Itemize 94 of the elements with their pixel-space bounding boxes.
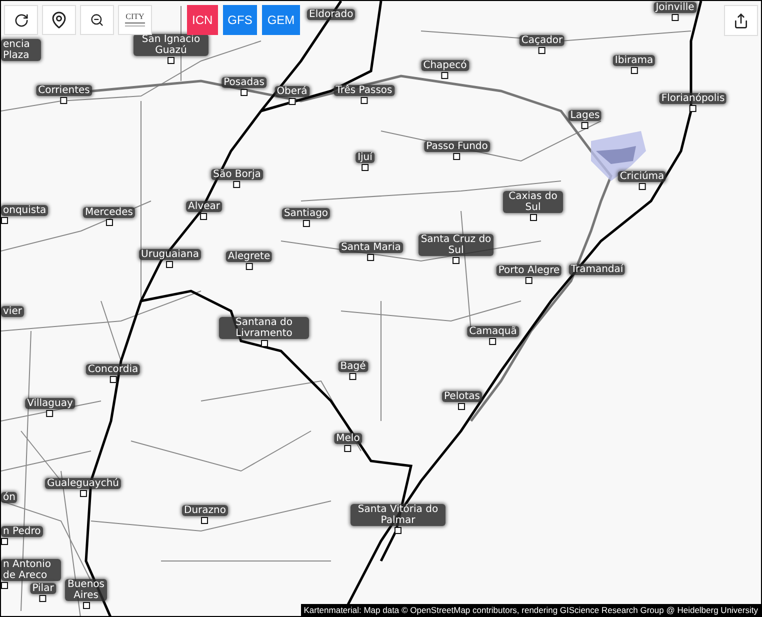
location-button[interactable] xyxy=(42,5,76,35)
city-label: Passo Fundo xyxy=(424,141,490,152)
city-marker-icon xyxy=(362,164,368,171)
city-label: Lages xyxy=(568,110,602,121)
city-label: Tramandaí xyxy=(568,264,626,275)
city-label: Santiago xyxy=(282,208,330,219)
city-marker-icon xyxy=(106,219,112,226)
city-label: Florianópolis xyxy=(659,93,727,104)
city-label: San Ignacio Guazú xyxy=(134,34,208,56)
city-marker-icon xyxy=(200,213,208,220)
map-pin-icon xyxy=(50,11,68,29)
city-label: n Pedro xyxy=(1,526,43,537)
city-label: Buenos Aires xyxy=(65,579,107,601)
city-marker-icon xyxy=(368,254,374,261)
city-label: Criciúma xyxy=(618,171,666,182)
city-marker-icon xyxy=(288,98,296,105)
zoom-out-icon xyxy=(90,13,104,27)
city-marker-icon xyxy=(60,97,68,104)
city-marker-icon xyxy=(526,277,532,284)
city-label: Joinville xyxy=(654,2,696,13)
map-attribution: Kartenmaterial: Map data © OpenStreetMap contributors, rendering GIScience Research Group @ Heidelberg University xyxy=(300,604,761,616)
city-label: Concordia xyxy=(86,364,140,375)
city-marker-icon xyxy=(454,153,460,160)
city-label: Alegrete xyxy=(226,251,272,262)
city-marker-icon xyxy=(82,602,90,609)
city-label: Santa Cruz do Sul xyxy=(418,234,494,256)
city-marker-icon xyxy=(630,67,638,74)
city-marker-icon xyxy=(46,410,54,417)
model-button[interactable]: ICN xyxy=(187,5,218,35)
city-label: Melo xyxy=(334,433,362,444)
city-label: Pilar xyxy=(30,583,56,594)
city-label: ón xyxy=(1,492,18,503)
city-marker-icon xyxy=(344,445,352,452)
city-marker-icon xyxy=(302,220,310,227)
city-label: Três Passos xyxy=(334,85,394,96)
city-label: Caçador xyxy=(519,35,565,46)
city-marker-icon xyxy=(80,490,86,497)
city-marker-icon xyxy=(234,181,240,188)
city-label: vier xyxy=(1,306,24,317)
city-marker-icon xyxy=(638,183,646,190)
city-marker-icon xyxy=(360,97,368,104)
city-label: Durazno xyxy=(182,505,228,516)
city-label: Santa Vitória do Palmar xyxy=(350,504,446,526)
city-label: Caxias do Sul xyxy=(503,191,563,213)
city-button[interactable]: CITY xyxy=(118,5,152,35)
city-label: Eldorado xyxy=(307,9,356,20)
reload-button[interactable] xyxy=(4,5,38,35)
city-label: Camaquã xyxy=(467,326,519,337)
city-label: n Antonio de Areco xyxy=(1,559,61,581)
city-label: Villaguay xyxy=(25,398,75,409)
city-marker-icon xyxy=(394,527,402,534)
reload-icon xyxy=(14,12,28,28)
city-marker-icon xyxy=(452,257,460,264)
city-marker-icon xyxy=(260,340,268,347)
city-label: Uruguaiana xyxy=(139,249,201,260)
city-marker-icon xyxy=(530,214,536,221)
city-label: Ijuí xyxy=(356,152,374,163)
zoom-out-button[interactable] xyxy=(80,5,114,35)
city-label: Ibirama xyxy=(612,55,656,66)
city-label: Santa Maria xyxy=(339,242,403,253)
city-label: Bagé xyxy=(338,361,368,372)
city-marker-icon xyxy=(240,89,248,96)
model-button[interactable]: GFS xyxy=(222,5,258,35)
lines-icon xyxy=(125,21,145,27)
city-label: Pelotas xyxy=(442,391,482,402)
city-label: Corrientes xyxy=(36,85,92,96)
city-label: Mercedes xyxy=(82,207,136,218)
city-marker-icon xyxy=(690,105,696,112)
share-icon xyxy=(733,12,749,28)
model-button[interactable]: GEM xyxy=(262,5,300,35)
city-label: Alvear xyxy=(186,201,222,212)
city-marker-icon xyxy=(672,14,678,21)
city-marker-icon xyxy=(490,338,496,345)
city-marker-icon xyxy=(166,261,174,268)
city-label: encia Plaza xyxy=(1,39,41,61)
city-marker-icon xyxy=(582,122,588,129)
city-label: onquista xyxy=(1,205,48,216)
city-label: Oberá xyxy=(274,86,310,97)
city-marker-icon xyxy=(40,595,46,602)
city-label: Chapecó xyxy=(421,60,469,71)
city-label: Gualeguaychú xyxy=(44,478,122,489)
city-marker-icon xyxy=(538,47,546,54)
city-marker-icon xyxy=(202,517,208,524)
city-label: São Borja xyxy=(211,169,263,180)
city-marker-icon xyxy=(442,72,448,79)
city-marker-icon xyxy=(168,57,174,64)
share-button[interactable] xyxy=(724,5,758,36)
city-label: Posadas xyxy=(222,77,266,88)
city-marker-icon xyxy=(110,376,116,383)
city-marker-icon xyxy=(458,403,466,410)
city-marker-icon xyxy=(246,263,252,270)
city-label: Porto Alegre xyxy=(496,265,562,276)
city-marker-icon xyxy=(350,373,356,380)
city-label: Santana do Livramento xyxy=(219,317,309,339)
